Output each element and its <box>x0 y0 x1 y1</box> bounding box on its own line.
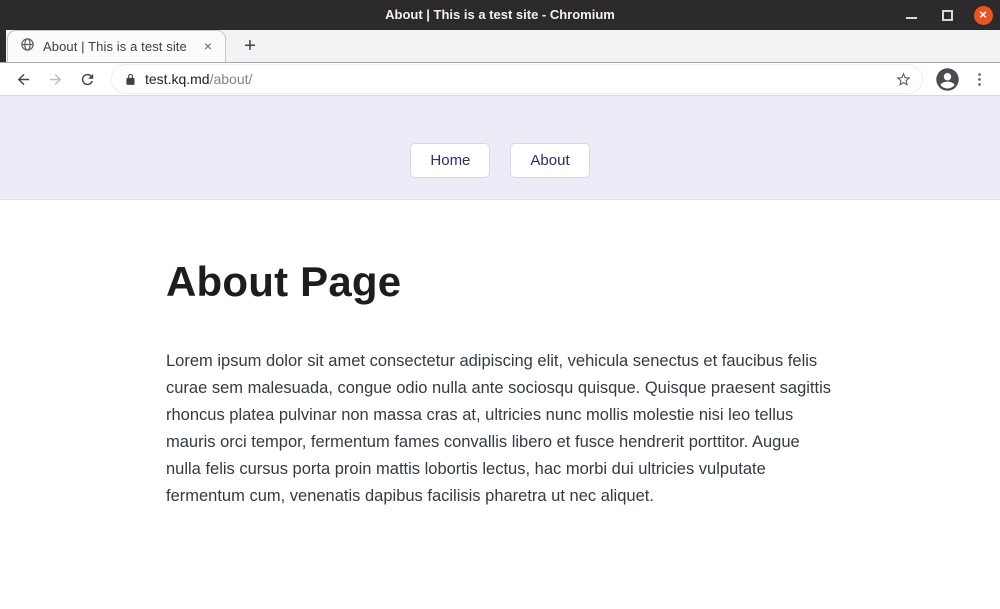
close-button[interactable]: × <box>972 4 994 26</box>
forward-button[interactable] <box>42 66 68 92</box>
page-viewport: Home About About Page Lorem ipsum dolor … <box>0 96 1000 609</box>
browser-menu-button[interactable] <box>971 71 988 88</box>
minimize-icon <box>906 17 917 19</box>
address-bar[interactable]: test.kq.md/about/ <box>112 65 922 93</box>
close-icon: × <box>974 6 993 25</box>
globe-icon <box>20 37 35 57</box>
nav-button-about[interactable]: About <box>510 143 589 178</box>
tab-close-icon[interactable]: × <box>199 38 217 56</box>
browser-toolbar: test.kq.md/about/ <box>0 62 1000 96</box>
tab-title: About | This is a test site <box>43 39 191 54</box>
maximize-icon <box>942 10 953 21</box>
tab-about[interactable]: About | This is a test site × <box>7 30 226 62</box>
page-title: About Page <box>166 258 1000 306</box>
window-title: About | This is a test site - Chromium <box>0 0 1000 30</box>
url-host: test.kq.md <box>145 71 210 87</box>
reload-button[interactable] <box>74 66 100 92</box>
maximize-button[interactable] <box>936 4 958 26</box>
browser-window: About | This is a test site - Chromium × <box>0 0 1000 609</box>
forward-icon <box>47 71 64 88</box>
lock-icon[interactable] <box>124 73 137 86</box>
titlebar[interactable]: About | This is a test site - Chromium × <box>0 0 1000 30</box>
nav-button-home[interactable]: Home <box>410 143 490 178</box>
kebab-menu-icon <box>971 71 988 88</box>
avatar-icon <box>934 66 961 93</box>
tab-strip: About | This is a test site × + <box>0 30 1000 62</box>
url-path: /about/ <box>210 71 253 87</box>
body-paragraph: Lorem ipsum dolor sit amet consectetur a… <box>166 348 832 510</box>
minimize-button[interactable] <box>900 4 922 26</box>
profile-avatar-button[interactable] <box>934 66 961 93</box>
bookmark-star-button[interactable] <box>895 71 912 88</box>
site-header: Home About <box>0 96 1000 200</box>
reload-icon <box>79 71 96 88</box>
url-text: test.kq.md/about/ <box>145 71 887 87</box>
new-tab-button[interactable]: + <box>236 32 264 60</box>
back-button[interactable] <box>10 66 36 92</box>
back-icon <box>15 71 32 88</box>
window-frame-edge <box>0 30 6 62</box>
site-content: About Page Lorem ipsum dolor sit amet co… <box>0 200 1000 510</box>
window-controls: × <box>900 0 994 30</box>
